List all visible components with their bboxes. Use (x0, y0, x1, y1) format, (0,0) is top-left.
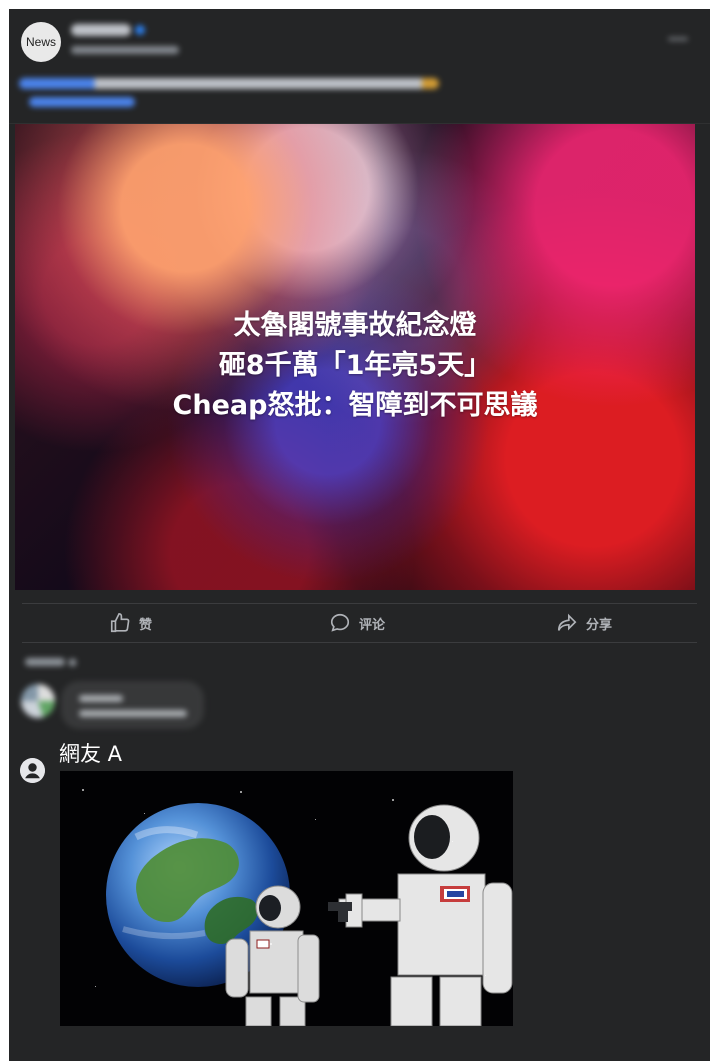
share-button[interactable]: 分享 (556, 612, 612, 634)
post-card: News 太魯閣號事故紀念燈 砸8千萬「1年亮5天」 Cheap怒批：智障到不可… (9, 9, 710, 1061)
headline-line-1: 太魯閣號事故紀念燈 (233, 310, 477, 341)
verified-badge-icon (135, 25, 145, 35)
post-caption (19, 78, 439, 89)
comment-text (79, 710, 187, 717)
chevron-down-icon (69, 658, 76, 666)
comment-avatar[interactable] (21, 684, 55, 718)
like-button[interactable]: 赞 (109, 612, 152, 634)
speech-bubble-icon (329, 612, 351, 634)
actions-bottom-divider (22, 642, 697, 643)
actions-top-divider (22, 603, 697, 604)
page-name[interactable] (71, 24, 131, 36)
comment-label: 评论 (359, 617, 386, 633)
share-label: 分享 (586, 617, 613, 633)
headline-line-2: 砸8千萬「1年亮5天」 (218, 350, 492, 381)
comment-sort-label (25, 658, 65, 666)
comment-author[interactable] (79, 695, 123, 702)
headline-line-3: Cheap怒批：智障到不可思議 (172, 390, 538, 421)
more-options-icon[interactable] (668, 37, 688, 41)
share-arrow-icon (556, 612, 578, 634)
headline: 太魯閣號事故紀念燈 砸8千萬「1年亮5天」 Cheap怒批：智障到不可思議 (15, 306, 695, 426)
page-avatar[interactable]: News (21, 22, 61, 62)
thumbs-up-icon (109, 612, 131, 634)
comment-bubble (61, 681, 204, 729)
post-image[interactable]: 太魯閣號事故紀念燈 砸8千萬「1年亮5天」 Cheap怒批：智障到不可思議 (15, 124, 695, 590)
comment-button[interactable]: 评论 (329, 612, 385, 634)
astronaut-meme-illustration (106, 803, 513, 1026)
post-meta (71, 46, 179, 54)
user-icon[interactable] (20, 758, 45, 783)
comment-image[interactable] (60, 771, 513, 1026)
post-caption-link[interactable] (29, 97, 135, 107)
comment-author-name[interactable]: 網友 A (59, 738, 122, 768)
comment-sort-dropdown[interactable] (25, 658, 76, 666)
like-label: 赞 (139, 617, 153, 633)
